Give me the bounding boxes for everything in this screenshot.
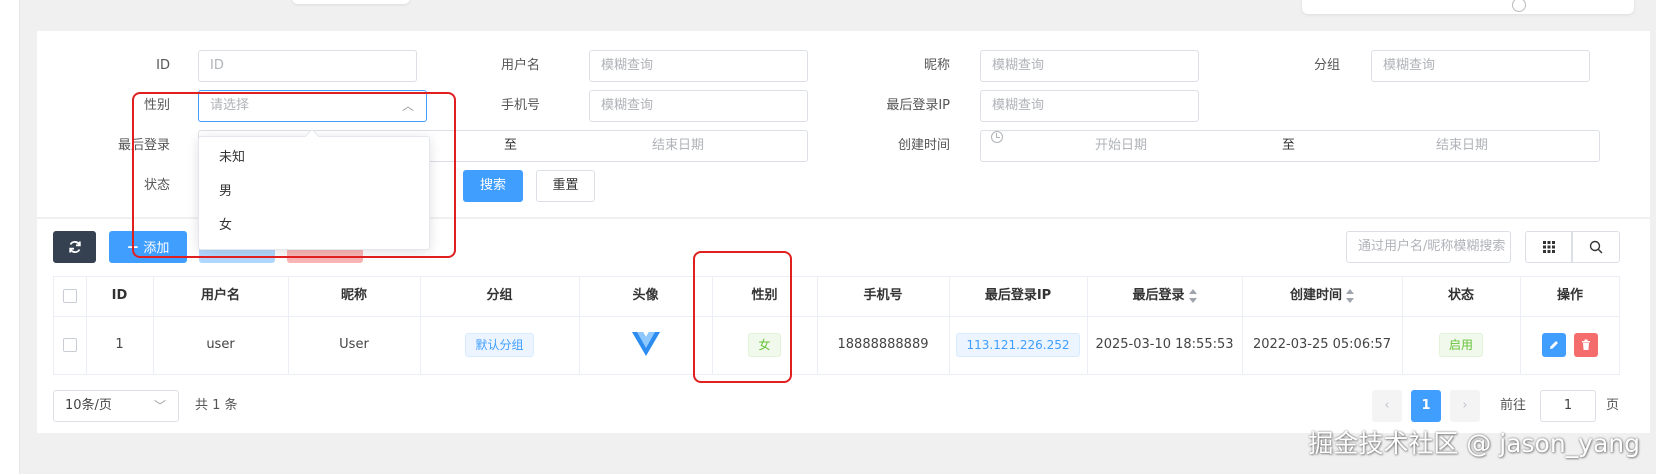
search-icon [1589,240,1603,253]
last-ip-label: 最后登录IP [886,98,950,113]
chevron-left-icon: ‹ [1384,398,1390,413]
cell-actions [1520,316,1620,374]
page-number-current[interactable]: 1 [1411,390,1441,422]
header-nickname[interactable]: 昵称 [288,276,420,316]
last-ip-input[interactable]: 模糊查询 [980,90,1199,122]
header-actions: 操作 [1556,288,1583,303]
username-input[interactable]: 模糊查询 [589,50,808,82]
last-login-end-date[interactable]: 结束日期 [652,131,704,161]
top-right-panel [1302,0,1634,14]
trash-icon [1582,339,1591,350]
group-tag: 默认分组 [465,332,534,357]
header-mobile[interactable]: 手机号 [817,276,949,316]
sort-icon[interactable] [1188,288,1197,303]
column-toggle-button[interactable] [1525,231,1572,263]
create-time-label: 创建时间 [897,138,950,153]
cell-create-time: 2022-03-25 05:06:57 [1252,337,1392,352]
top-nav-tab[interactable] [292,0,410,4]
pencil-icon [1549,340,1558,349]
header-username[interactable]: 用户名 [153,276,288,316]
annotation-box-gender-dropdown [132,92,456,258]
select-all-cell [53,276,86,316]
user-icon[interactable] [1512,0,1526,12]
page-size-select[interactable]: 10条/页 ﹀ [53,390,179,422]
next-page-button[interactable]: › [1450,390,1480,422]
header-last-login-label: 最后登录 [1132,288,1185,303]
row-checkbox[interactable] [62,337,77,352]
nickname-label: 昵称 [923,58,950,73]
create-time-range-separator: 至 [1282,138,1296,153]
left-sidebar-strip [0,0,20,474]
status-tag: 启用 [1438,332,1483,357]
nickname-input[interactable]: 模糊查询 [980,50,1199,82]
header-last-ip[interactable]: 最后登录IP [949,276,1087,316]
prev-page-button[interactable]: ‹ [1372,390,1402,422]
search-toggle-button[interactable] [1572,231,1620,263]
data-table: ID 用户名 昵称 分组 头像 性别 手机号 最后登录IP 最后登录 创建时间 … [53,276,1620,375]
id-label: ID [156,58,170,73]
cell-mobile: 18888888889 [837,337,929,352]
group-input[interactable]: 模糊查询 [1371,50,1590,82]
header-group[interactable]: 分组 [420,276,579,316]
username-label: 用户名 [500,58,540,73]
create-time-end-date[interactable]: 结束日期 [1436,131,1488,161]
ip-tag: 113.121.226.252 [956,332,1080,357]
quick-search-input[interactable]: 通过用户名/昵称模糊搜索 [1346,231,1511,263]
page-size-value: 10条/页 [65,398,112,413]
cell-username: user [206,337,235,352]
row-select-cell [53,316,86,374]
id-input[interactable]: ID [198,50,417,82]
header-create-time-label: 创建时间 [1289,288,1342,303]
mobile-input[interactable]: 模糊查询 [589,90,808,122]
cell-nickname: User [339,337,369,352]
watermark-text: 掘金技术社区 @ jason_yang [1308,429,1640,458]
avatar-image[interactable] [631,331,660,358]
reset-button[interactable]: 重置 [536,170,595,202]
header-id[interactable]: ID [86,276,153,316]
cell-status: 启用 [1402,316,1520,374]
grid-icon [1542,240,1555,253]
refresh-button[interactable] [53,231,96,263]
search-button[interactable]: 搜索 [463,170,523,202]
annotation-box-gender-column [693,251,792,383]
create-time-range[interactable]: 开始日期 至 结束日期 [980,130,1600,162]
create-time-start-date[interactable]: 开始日期 [1095,131,1147,161]
cell-last-ip: 113.121.226.252 [949,316,1087,374]
page-suffix: 页 [1606,398,1620,413]
cell-last-login: 2025-03-10 18:55:53 [1095,337,1234,352]
last-login-range-separator: 至 [504,138,518,153]
goto-page-input[interactable]: 1 [1540,390,1596,422]
header-create-time[interactable]: 创建时间 [1242,276,1402,316]
chevron-right-icon: › [1462,398,1468,413]
chevron-down-icon: ﹀ [153,399,166,413]
header-status[interactable]: 状态 [1402,276,1520,316]
cell-id: 1 [115,337,124,352]
cell-group: 默认分组 [420,316,579,374]
select-all-checkbox[interactable] [62,288,77,303]
sort-icon[interactable] [1346,288,1354,303]
clock-icon [991,131,1003,143]
refresh-icon [68,240,81,253]
delete-button[interactable] [1574,332,1599,357]
total-count: 共 1 条 [195,398,238,413]
group-label: 分组 [1313,58,1340,73]
header-last-login[interactable]: 最后登录 [1087,276,1242,316]
edit-button[interactable] [1541,332,1566,357]
goto-label: 前往 [1500,398,1527,413]
